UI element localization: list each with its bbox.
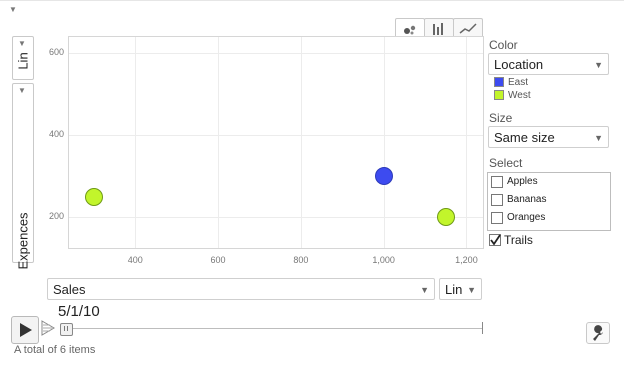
legend-swatch-west (494, 90, 504, 100)
checkmark-icon (490, 234, 501, 246)
color-dropdown-value: Location (494, 57, 544, 72)
item-select-list[interactable]: Apples Bananas Oranges (487, 172, 611, 231)
tab-bar-chart[interactable] (424, 18, 454, 37)
trails-label: Trails (504, 233, 533, 247)
x-tick-label: 1,200 (455, 255, 478, 265)
x-scale-dropdown[interactable]: Lin ▼ (439, 278, 482, 300)
wrench-icon (593, 325, 603, 341)
select-label: Select (489, 156, 523, 170)
bubble-west[interactable] (436, 208, 455, 227)
play-button[interactable] (11, 316, 39, 344)
oranges-label: Oranges (507, 212, 546, 223)
size-dropdown[interactable]: Same size ▼ (488, 126, 609, 148)
speed-control[interactable] (41, 318, 57, 343)
dropdown-caret-icon: ▼ (18, 86, 26, 95)
x-tick-label: 800 (293, 255, 309, 265)
bubble-chart-icon (404, 25, 416, 35)
bar-chart-icon (433, 23, 443, 35)
collapse-caret-icon[interactable]: ▼ (9, 5, 17, 14)
bubble-east[interactable] (374, 167, 393, 186)
size-label: Size (489, 111, 513, 125)
legend-label-west: West (508, 90, 531, 101)
timeline-track[interactable] (62, 328, 482, 329)
y-axis-dropdown[interactable]: ▼ Expences (12, 83, 34, 270)
speed-icon (41, 320, 55, 336)
y-gridline (69, 217, 483, 219)
dropdown-arrow-icon: ▼ (594, 133, 603, 143)
bananas-label: Bananas (507, 194, 547, 205)
dropdown-arrow-icon: ▼ (467, 285, 476, 295)
play-icon (20, 323, 32, 337)
y-gridline (69, 135, 483, 137)
top-divider (0, 0, 624, 1)
color-label: Color (489, 38, 518, 52)
bubble-west[interactable] (84, 187, 103, 206)
color-dropdown[interactable]: Location ▼ (488, 53, 609, 75)
settings-button[interactable] (586, 322, 610, 344)
y-tick-label: 200 (48, 211, 64, 222)
legend-swatch-east (494, 77, 504, 87)
size-dropdown-value: Same size (494, 130, 555, 145)
x-tick-label: 1,000 (372, 255, 395, 265)
trails-checkbox[interactable] (489, 234, 501, 246)
current-date-label: 5/1/10 (58, 303, 100, 320)
timeline-end-marker (482, 322, 483, 334)
line-chart-icon (459, 23, 477, 34)
tab-bubble-chart[interactable] (395, 18, 425, 38)
apples-label: Apples (507, 176, 538, 187)
y-tick-label: 600 (48, 47, 64, 58)
bananas-checkbox[interactable] (491, 194, 503, 206)
x-tick-label: 400 (127, 255, 143, 265)
x-axis-value: Sales (53, 282, 86, 297)
apples-checkbox[interactable] (491, 176, 503, 188)
legend-label-east: East (508, 77, 529, 88)
y-tick-label: 400 (48, 129, 64, 140)
tab-line-chart[interactable] (453, 18, 483, 37)
oranges-checkbox[interactable] (491, 212, 503, 224)
timeline-slider-handle[interactable] (60, 323, 73, 336)
y-gridline (69, 53, 483, 55)
y-scale-dropdown[interactable]: ▼ Lin (12, 36, 34, 80)
x-tick-label: 600 (210, 255, 226, 265)
chart-plot-area[interactable] (68, 36, 484, 249)
dropdown-caret-icon: ▼ (18, 39, 26, 48)
x-scale-value: Lin (445, 282, 463, 297)
x-axis-dropdown[interactable]: Sales ▼ (47, 278, 435, 300)
dropdown-arrow-icon: ▼ (420, 285, 429, 295)
item-count-text: A total of 6 items (14, 344, 96, 356)
dropdown-arrow-icon: ▼ (594, 60, 603, 70)
